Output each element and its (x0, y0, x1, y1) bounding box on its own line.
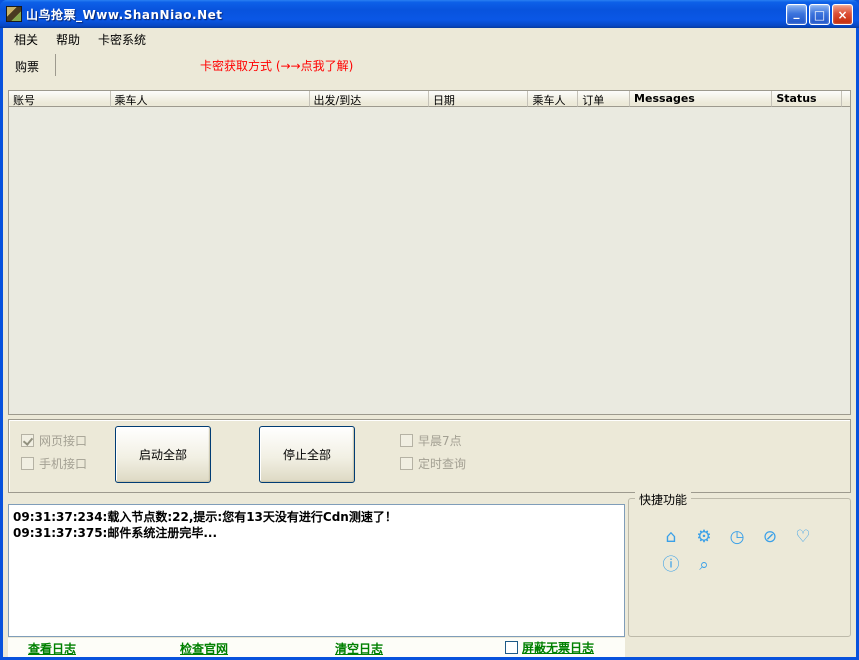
titlebar: 山鸟抢票_Www.ShanNiao.Net _ □ × (0, 0, 859, 28)
column-header-account[interactable]: 账号 (9, 91, 111, 107)
app-window: 山鸟抢票_Www.ShanNiao.Net _ □ × 相关 帮助 卡密系统 购… (0, 0, 859, 660)
web-api-checkbox: 网页接口 (21, 432, 87, 449)
log-line: 09:31:37:375:邮件系统注册完毕... (13, 525, 620, 541)
column-header-passenger[interactable]: 乘车人 (111, 91, 310, 107)
mobile-api-label: 手机接口 (39, 455, 87, 472)
tab-divider (55, 54, 56, 76)
minimize-button[interactable]: _ (786, 4, 807, 25)
control-panel: 网页接口 手机接口 启动全部 停止全部 早晨7点 定时查询 (8, 419, 851, 493)
menu-item-help[interactable]: 帮助 (47, 28, 89, 51)
timer-query-checkbox-box (400, 457, 413, 470)
quick-icon-row-1: ⌂ ⚙ ◷ ⊘ ♡ (661, 527, 813, 547)
start-all-button[interactable]: 启动全部 (115, 426, 211, 483)
close-button[interactable]: × (832, 4, 853, 25)
log-line: 09:31:37:234:载入节点数:22,提示:您有13天没有进行Cdn测速了… (13, 509, 620, 525)
table-body-empty (9, 107, 850, 415)
menu-item-related[interactable]: 相关 (5, 28, 47, 51)
block-no-ticket-checkbox-box[interactable] (505, 641, 518, 654)
quick-functions-title: 快捷功能 (635, 491, 691, 508)
block-icon[interactable]: ⊘ (760, 527, 780, 547)
client-area: 相关 帮助 卡密系统 购票 卡密获取方式 (→→点我了解) 账号 乘车人 出发/… (3, 28, 856, 657)
block-no-ticket-label: 屏蔽无票日志 (522, 639, 594, 656)
column-header-passenger2[interactable]: 乘车人 (528, 91, 578, 107)
morning7-checkbox-box (400, 434, 413, 447)
close-icon: × (837, 9, 847, 21)
menu-item-card-system[interactable]: 卡密系统 (89, 28, 155, 51)
window-controls: _ □ × (786, 4, 853, 25)
heart-icon[interactable]: ♡ (793, 527, 813, 547)
column-header-messages[interactable]: Messages (630, 91, 772, 107)
quick-functions-group: 快捷功能 ⌂ ⚙ ◷ ⊘ ♡ ⓘ ⌕ (628, 498, 851, 637)
clock-icon[interactable]: ◷ (727, 527, 747, 547)
search-icon[interactable]: ⌕ (694, 555, 714, 575)
column-header-order[interactable]: 订单 (578, 91, 630, 107)
tab-buy-ticket[interactable]: 购票 (9, 54, 51, 79)
column-header-route[interactable]: 出发/到达 (310, 91, 429, 107)
card-key-promo-link[interactable]: 卡密获取方式 (→→点我了解) (200, 57, 353, 74)
web-api-checkbox-box (21, 434, 34, 447)
info-icon[interactable]: ⓘ (661, 555, 681, 575)
web-api-label: 网页接口 (39, 432, 87, 449)
gear-icon[interactable]: ⚙ (694, 527, 714, 547)
column-header-date[interactable]: 日期 (429, 91, 529, 107)
stop-all-button[interactable]: 停止全部 (259, 426, 355, 483)
mobile-api-checkbox: 手机接口 (21, 455, 87, 472)
column-header-filler (842, 91, 850, 107)
column-header-status[interactable]: Status (772, 91, 842, 107)
menubar: 相关 帮助 卡密系统 (3, 28, 856, 50)
morning7-checkbox: 早晨7点 (400, 432, 462, 449)
maximize-icon: □ (814, 9, 825, 21)
block-no-ticket-checkbox[interactable]: 屏蔽无票日志 (505, 639, 594, 656)
window-title: 山鸟抢票_Www.ShanNiao.Net (26, 6, 223, 23)
minimize-icon: _ (794, 6, 800, 18)
ticket-table: 账号 乘车人 出发/到达 日期 乘车人 订单 Messages Status (8, 90, 851, 415)
table-header: 账号 乘车人 出发/到达 日期 乘车人 订单 Messages Status (9, 91, 850, 107)
view-log-link[interactable]: 查看日志 (28, 640, 76, 657)
maximize-button[interactable]: □ (809, 4, 830, 25)
timer-query-label: 定时查询 (418, 455, 466, 472)
timer-query-checkbox: 定时查询 (400, 455, 466, 472)
log-output[interactable]: 09:31:37:234:载入节点数:22,提示:您有13天没有进行Cdn测速了… (8, 504, 625, 637)
quick-icon-row-2: ⓘ ⌕ (661, 555, 714, 575)
mobile-api-checkbox-box (21, 457, 34, 470)
home-icon[interactable]: ⌂ (661, 527, 681, 547)
footer-bar: 查看日志 检查官网 清空日志 屏蔽无票日志 (8, 638, 625, 657)
app-icon (6, 6, 22, 22)
clear-log-link[interactable]: 清空日志 (335, 640, 383, 657)
check-site-link[interactable]: 检查官网 (180, 640, 228, 657)
morning7-label: 早晨7点 (418, 432, 462, 449)
